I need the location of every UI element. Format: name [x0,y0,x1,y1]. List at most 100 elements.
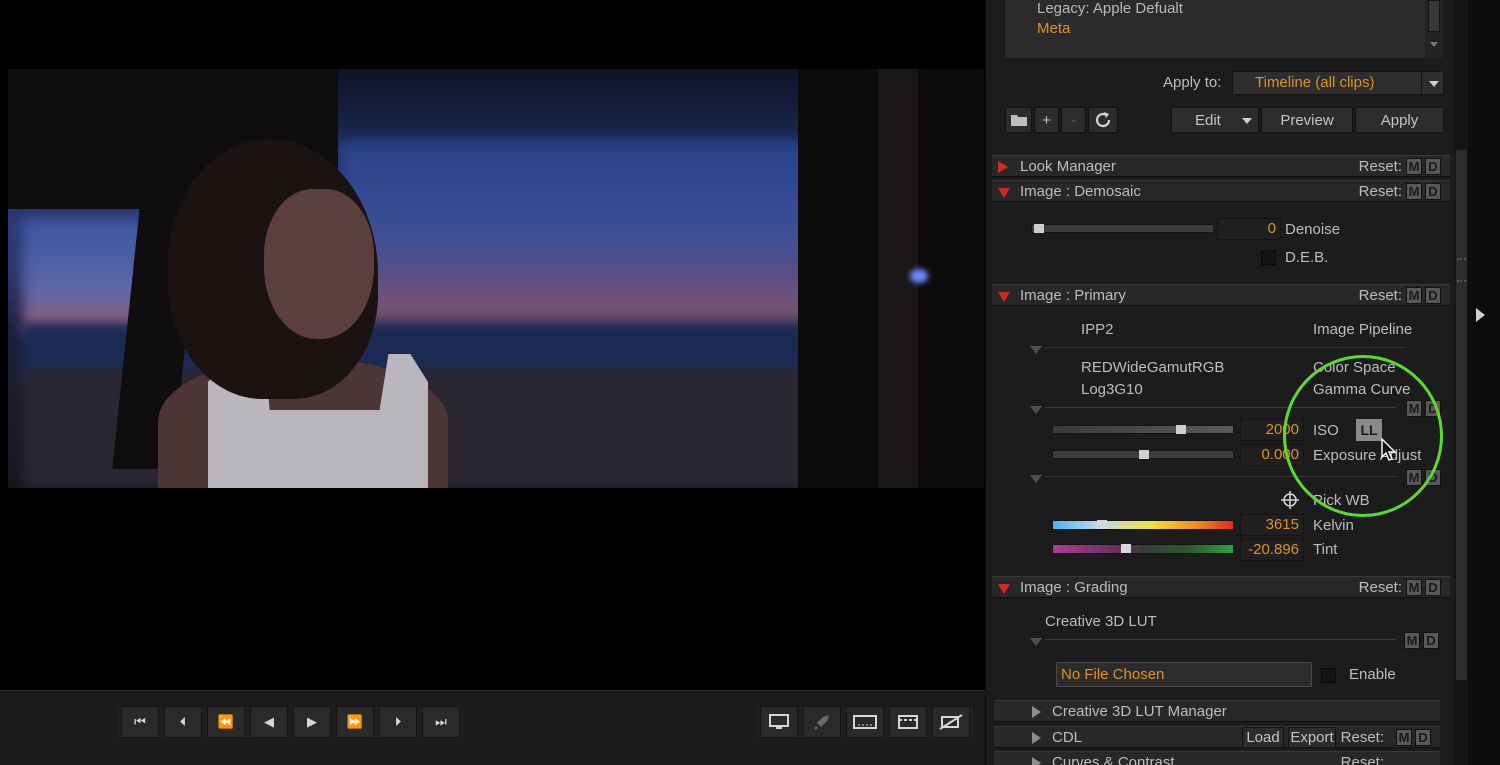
reset-default-button[interactable]: D [1425,287,1441,304]
color-space-value[interactable]: REDWideGamutRGB [1081,359,1224,376]
play-icon: ▶ [307,714,317,729]
add-preset-button[interactable]: + [1034,107,1059,133]
tint-slider[interactable] [1052,544,1234,554]
kelvin-value[interactable]: 3615 [1240,514,1304,536]
crosshair-icon[interactable] [1281,491,1299,509]
collapsed-triangle-icon [1032,706,1041,718]
kelvin-slider-knob[interactable] [1097,520,1107,529]
skip-to-end-icon: ⏭ [435,714,447,729]
fast-forward-icon: ⏩ [346,714,364,729]
preview-button[interactable]: Preview [1261,107,1353,133]
reset-default-button[interactable]: D [1415,729,1431,746]
lut-enable-checkbox[interactable] [1321,668,1336,683]
cdl-export-button[interactable]: Export [1288,727,1336,748]
kelvin-slider[interactable] [1052,520,1234,530]
section-title: Look Manager [1020,158,1116,175]
primary-header[interactable]: Image : Primary Reset: M D [992,284,1450,306]
denoise-value[interactable]: 0 [1217,218,1281,240]
lut-manager-header[interactable]: Creative 3D LUT Manager [994,700,1440,722]
reset-metadata-button[interactable]: M [1406,287,1422,304]
lut-enable-label: Enable [1349,666,1396,683]
denoise-slider-knob[interactable] [1034,224,1044,233]
previous-frame-button[interactable]: ⏴ [164,706,202,738]
play-button[interactable]: ▶ [293,706,331,738]
video-frame[interactable] [8,69,984,488]
rocket-icon [814,715,829,730]
apply-to-dropdown[interactable]: Timeline (all clips) [1232,71,1444,95]
next-frame-button[interactable]: ⏵ [379,706,417,738]
image-pipeline-value[interactable]: IPP2 [1081,321,1114,338]
reset-metadata-button[interactable]: M [1406,579,1422,596]
clapperboard-icon [898,715,918,729]
clapperboard-button[interactable] [889,706,927,738]
reset-metadata-button[interactable]: M [1406,183,1422,200]
gamma-curve-value[interactable]: Log3G10 [1081,381,1143,398]
tint-slider-knob[interactable] [1121,544,1131,553]
apply-label: Apply [1380,111,1419,129]
preset-list-scroll-thumb[interactable] [1428,0,1440,32]
preset-item-meta[interactable]: Meta [1005,20,1425,40]
preview-label: Preview [1280,111,1334,129]
refresh-button[interactable] [1088,107,1118,133]
exposure-slider[interactable] [1052,450,1234,459]
exposure-expand-icon[interactable] [1030,475,1042,483]
collapsed-triangle-icon [1032,757,1041,765]
open-folder-button[interactable] [1005,107,1032,133]
reset-default-button[interactable]: D [1425,158,1441,175]
reset-label: Reset: [1358,183,1402,200]
preset-list-scrollbar[interactable] [1425,0,1443,58]
curves-header[interactable]: Curves & Contrast Reset: [994,751,1440,765]
lut-file-value: No File Chosen [1061,666,1165,683]
skip-to-end-button[interactable]: ⏭ [422,706,460,738]
tint-value[interactable]: -20.896 [1240,539,1304,561]
reset-default-button[interactable]: D [1425,183,1441,200]
look-manager-header[interactable]: Look Manager Reset: M D [992,155,1450,177]
pipeline-expand-icon[interactable] [1030,346,1042,354]
rewind-button[interactable]: ⏪ [207,706,245,738]
lut-file-field[interactable]: No File Chosen [1056,662,1312,687]
section-title: CDL [1052,729,1083,746]
remove-preset-button[interactable]: - [1061,107,1086,133]
minus-icon: - [1071,111,1076,129]
play-reverse-button[interactable]: ◀ [250,706,288,738]
rocket-button[interactable] [803,706,841,738]
cdl-header[interactable]: CDL Load Export Reset: M D [994,726,1440,748]
monitor-icon [769,714,789,729]
overlay-off-button[interactable] [932,706,970,738]
colorspace-expand-icon[interactable] [1030,406,1042,414]
collapse-strip [1468,0,1500,765]
iso-slider-knob[interactable] [1176,425,1186,434]
deb-checkbox[interactable] [1261,250,1276,265]
next-frame-icon: ⏵ [394,714,402,729]
reset-metadata-button[interactable]: M [1396,729,1412,746]
grading-header[interactable]: Image : Grading Reset: M D [992,576,1450,598]
section-title: Image : Primary [1020,287,1126,304]
safe-area-button[interactable] [846,706,884,738]
expanded-triangle-icon [998,584,1010,594]
cdl-load-button[interactable]: Load [1242,727,1284,748]
demosaic-header[interactable]: Image : Demosaic Reset: M D [992,180,1450,202]
edit-button[interactable]: Edit [1171,107,1259,133]
highlight-ring [1283,355,1443,517]
apply-to-label: Apply to: [1163,74,1222,91]
exposure-slider-knob[interactable] [1139,450,1149,459]
denoise-slider[interactable] [1031,224,1214,233]
play-reverse-icon: ◀ [264,714,274,729]
lut-expand-icon[interactable] [1030,638,1042,646]
skip-to-start-button[interactable]: ⏮ [121,706,159,738]
frame-sky [338,139,828,339]
panel-scrollbar-thumb[interactable] [1456,150,1467,680]
reset-default-button[interactable]: D [1423,632,1439,649]
previous-frame-icon: ⏴ [179,714,187,729]
apply-button[interactable]: Apply [1355,107,1444,133]
reset-default-button[interactable]: D [1425,579,1441,596]
reset-metadata-button[interactable]: M [1406,158,1422,175]
monitor-button[interactable] [760,706,798,738]
transport-bar: ⏮ ⏴ ⏪ ◀ ▶ ⏩ ⏵ ⏭ [0,690,985,765]
fast-forward-button[interactable]: ⏩ [336,706,374,738]
reset-metadata-button[interactable]: M [1404,632,1420,649]
iso-slider[interactable] [1052,425,1234,434]
expand-panel-icon[interactable] [1476,308,1485,322]
preset-item-legacy[interactable]: Legacy: Apple Defualt [1005,0,1425,20]
scroll-down-icon[interactable] [1430,42,1438,47]
